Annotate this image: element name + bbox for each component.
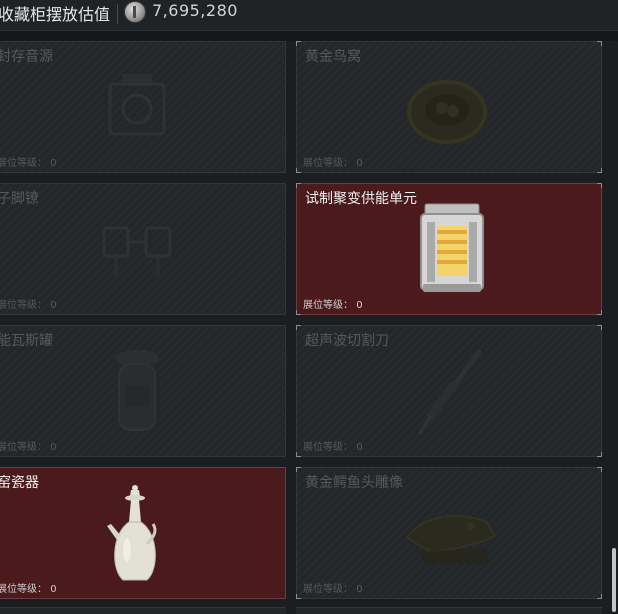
shackles-icon bbox=[102, 226, 172, 276]
header-strip bbox=[0, 31, 618, 41]
header-bar: 收藏柜摆放估值 7,695,280 bbox=[0, 0, 618, 31]
fusion-power-unit-icon bbox=[420, 203, 484, 292]
item-name: 试制聚变供能单元 bbox=[305, 191, 417, 207]
header-divider bbox=[117, 4, 118, 24]
collection-slot-partial bbox=[296, 607, 602, 614]
booth-level: 展位等级： 0 bbox=[303, 300, 363, 311]
scrollbar-thumb[interactable] bbox=[612, 548, 616, 612]
item-name: 超声波切割刀 bbox=[305, 333, 389, 349]
collection-slot-shackles[interactable]: 子脚镣 展位等级： 0 bbox=[0, 183, 286, 315]
collection-slot-sealed-sound-source[interactable]: 封存音源 展位等级： 0 bbox=[0, 41, 286, 173]
collection-slot-fusion-power-unit[interactable]: 试制聚变供能单元 展位等级： 0 bbox=[296, 183, 602, 315]
item-name: 能瓦斯罐 bbox=[0, 333, 53, 349]
item-name: 子脚镣 bbox=[0, 191, 39, 207]
item-name: 窑瓷器 bbox=[0, 475, 39, 491]
collection-slot-gas-canister[interactable]: 能瓦斯罐 展位等级： 0 bbox=[0, 325, 286, 457]
coin-icon bbox=[124, 1, 146, 23]
booth-level: 展位等级： 0 bbox=[0, 584, 57, 595]
porcelain-vase-icon bbox=[107, 485, 157, 581]
booth-level: 展位等级： 0 bbox=[303, 584, 363, 595]
gas-canister-icon bbox=[115, 350, 159, 431]
booth-level: 展位等级： 0 bbox=[303, 158, 363, 169]
golden-nest-icon bbox=[407, 80, 487, 144]
booth-level: 展位等级： 0 bbox=[0, 442, 57, 453]
collection-slot-porcelain-vase[interactable]: 窑瓷器 展位等级： 0 bbox=[0, 467, 286, 599]
collection-slot-golden-nest[interactable]: 黄金鸟窝 展位等级： 0 bbox=[296, 41, 602, 173]
collection-slot-ultrasonic-cutter[interactable]: 超声波切割刀 展位等级： 0 bbox=[296, 325, 602, 457]
ultrasonic-cutter-icon bbox=[417, 349, 482, 435]
booth-level: 展位等级： 0 bbox=[0, 158, 57, 169]
collection-value: 7,695,280 bbox=[152, 1, 238, 20]
item-name: 黄金鳄鱼头雕像 bbox=[305, 475, 403, 491]
scrollbar-track[interactable] bbox=[612, 41, 616, 612]
sealed-sound-source-icon bbox=[108, 74, 166, 136]
collection-slot-partial bbox=[0, 607, 286, 614]
golden-crocodile-head-icon bbox=[405, 515, 497, 564]
item-name: 封存音源 bbox=[0, 49, 53, 65]
collection-slot-golden-crocodile-head[interactable]: 黄金鳄鱼头雕像 展位等级： 0 bbox=[296, 467, 602, 599]
page-title: 收藏柜摆放估值 bbox=[0, 5, 111, 24]
booth-level: 展位等级： 0 bbox=[303, 442, 363, 453]
item-name: 黄金鸟窝 bbox=[305, 49, 361, 65]
booth-level: 展位等级： 0 bbox=[0, 300, 57, 311]
